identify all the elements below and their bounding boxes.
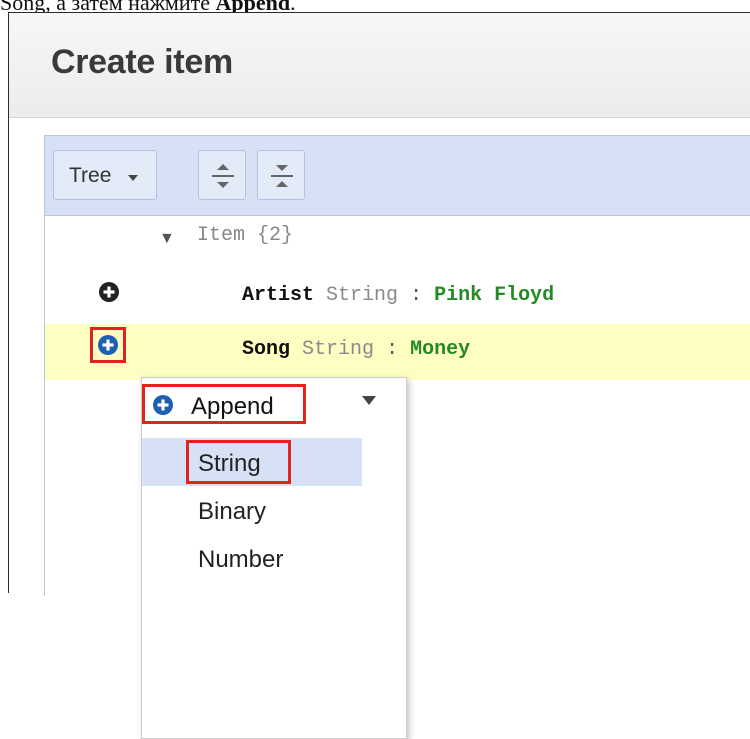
context-menu: Append String Binary Number: [141, 377, 407, 739]
submenu-item-label: String: [198, 450, 261, 477]
submenu-item-label: Number: [198, 546, 284, 573]
dialog-header: Create item: [9, 13, 750, 118]
chevron-down-icon: [128, 175, 138, 181]
submenu-item-label: Binary: [198, 498, 267, 525]
append-highlight: Append: [142, 384, 306, 424]
dialog-title: Create item: [51, 43, 233, 81]
tree-row-song: Song String : Money: [45, 324, 750, 380]
submenu-item-string[interactable]: String: [142, 438, 362, 486]
plus-circle-icon: [153, 395, 173, 415]
plus-circle-icon: [98, 335, 118, 355]
field-separator: :: [410, 284, 423, 307]
root-label: Item {2}: [197, 224, 294, 247]
field-value[interactable]: Pink Floyd: [434, 284, 554, 307]
instruction-caption: Song, a затем нажмите Append.: [0, 0, 750, 12]
field-name: Artist: [242, 284, 315, 307]
submenu-arrow-icon[interactable]: [362, 396, 376, 405]
tree-root-row: ▼ Item {2}: [45, 216, 750, 270]
plus-circle-icon[interactable]: [99, 282, 119, 302]
field-type: String: [302, 338, 375, 361]
collapse-all-icon: [271, 165, 293, 187]
field-song[interactable]: Song String : Money: [242, 338, 470, 361]
json-editor: Tree ▼ Item {2} Artist String : Pink Flo…: [44, 135, 750, 739]
tree-row-artist: Artist String : Pink Floyd: [45, 270, 750, 324]
field-value[interactable]: Money: [410, 338, 470, 361]
collapse-arrow-icon[interactable]: ▼: [159, 230, 175, 248]
type-submenu: String Binary Number: [142, 438, 382, 738]
expand-all-icon: [212, 164, 234, 188]
caption-end: .: [290, 0, 296, 12]
view-mode-label: Tree: [69, 164, 112, 187]
editor-toolbar: Tree: [45, 136, 750, 216]
append-label: Append: [191, 393, 274, 420]
highlighted-plus-button[interactable]: [90, 327, 126, 363]
view-mode-dropdown[interactable]: Tree: [53, 150, 157, 200]
field-type: String: [326, 284, 399, 307]
field-separator: :: [386, 338, 399, 361]
caption-bold: Append: [216, 0, 291, 12]
field-name: Song: [242, 338, 291, 361]
caption-text: Song, a затем нажмите: [0, 0, 216, 12]
field-artist[interactable]: Artist String : Pink Floyd: [242, 284, 554, 307]
menu-item-append[interactable]: Append: [142, 378, 404, 438]
expand-all-button[interactable]: [198, 150, 246, 200]
submenu-item-number[interactable]: Number: [142, 534, 362, 582]
collapse-all-button[interactable]: [257, 150, 305, 200]
submenu-item-binary[interactable]: Binary: [142, 486, 362, 534]
